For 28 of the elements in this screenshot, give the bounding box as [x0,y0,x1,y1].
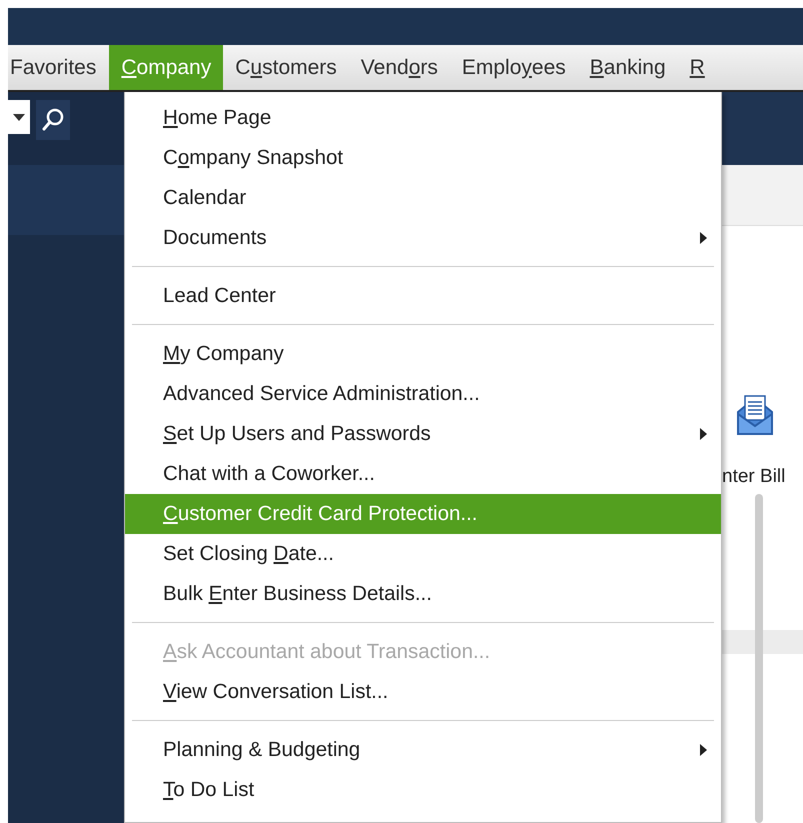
menu-item[interactable]: Planning & Budgeting [125,730,721,770]
menu-title[interactable]: Banking [578,45,678,90]
submenu-arrow-icon [700,744,707,756]
menu-title[interactable]: Employees [450,45,578,90]
menu-item[interactable]: Company Snapshot [125,138,721,178]
search-icon [42,108,64,132]
menu-item[interactable]: Calendar [125,178,721,218]
menu-item[interactable]: Home Page [125,98,721,138]
menu-item[interactable]: Set Up Users and Passwords [125,414,721,454]
menu-item[interactable]: Documents [125,218,721,258]
menu-item[interactable]: View Conversation List... [125,672,721,712]
menu-item[interactable]: Chat with a Coworker... [125,454,721,494]
menu-item[interactable]: Set Closing Date... [125,534,721,574]
menu-item[interactable]: Bulk Enter Business Details... [125,574,721,614]
menu-title[interactable]: Customers [223,45,349,90]
workflow-label: nter Bill [722,466,786,487]
submenu-arrow-icon [700,232,707,244]
menu-item[interactable]: Advanced Service Administration... [125,374,721,414]
menu-title[interactable]: R [678,45,717,90]
menu-item[interactable]: To Do List [125,770,721,810]
menu-item[interactable]: Lead Center [125,276,721,316]
menu-title[interactable]: Vendors [348,45,450,90]
submenu-arrow-icon [700,428,707,440]
search-button[interactable] [36,100,70,140]
caret-icon [13,114,25,120]
search-dropdown[interactable] [8,100,30,134]
menu-title[interactable]: Favorites [8,45,110,90]
menu-item[interactable]: My Company [125,334,721,374]
